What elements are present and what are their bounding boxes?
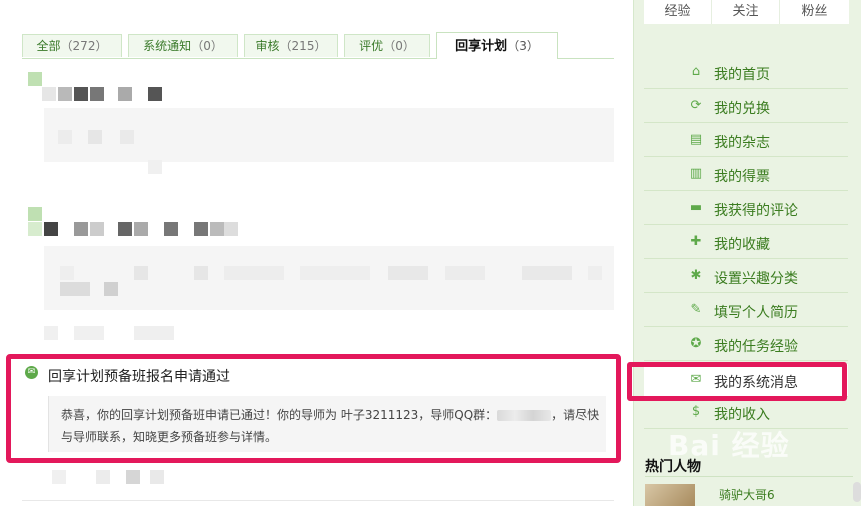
edit-icon: ✎	[690, 302, 702, 317]
sidebar-item-favorites[interactable]: ✚ 我的收藏	[644, 226, 848, 259]
magazine-icon: ▤	[689, 132, 703, 147]
highlight-box-sidebar	[627, 362, 847, 401]
hot-person-link[interactable]: 骑驴大哥6	[719, 486, 775, 503]
tab-share-plan[interactable]: 回享计划（3）	[436, 32, 558, 59]
sidebar-item-label: 设置兴趣分类	[714, 271, 798, 287]
highlight-box-message	[6, 354, 621, 463]
sidebar-item-magazine[interactable]: ▤ 我的杂志	[644, 124, 848, 157]
sidebar-item-label: 我的收藏	[714, 237, 770, 253]
tab-count: （0）	[383, 39, 415, 53]
sidebar-item-label: 填写个人简历	[714, 305, 798, 321]
bar-chart-icon: ▥	[689, 166, 703, 181]
sidebar-item-home[interactable]: ⌂ 我的首页	[644, 56, 848, 89]
sidebar-item-tasks[interactable]: ✪ 我的任务经验	[644, 328, 848, 361]
hot-people-title: 热门人物	[645, 459, 701, 475]
main-content: 全部（272） 系统通知（0） 审核（215） 评优（0） 回享计划（3） ✉ …	[0, 0, 630, 506]
favorite-icon: ✚	[690, 234, 702, 249]
tab-count: （0）	[191, 39, 223, 53]
exchange-icon: ⟳	[690, 98, 702, 113]
sidebar-item-label: 我的兑换	[714, 101, 770, 117]
stat-follow[interactable]: 关注	[712, 0, 780, 24]
stat-fans[interactable]: 粉丝	[780, 0, 849, 24]
sidebar-item-label: 我的首页	[714, 67, 770, 83]
tab-count: （3）	[507, 39, 539, 53]
blurred-footer	[52, 470, 66, 484]
divider	[22, 500, 614, 501]
sidebar-item-label: 我的收入	[714, 407, 770, 423]
divider	[645, 476, 853, 477]
gear-icon: ✱	[690, 268, 702, 283]
sidebar-item-votes[interactable]: ▥ 我的得票	[644, 158, 848, 191]
sidebar-item-label: 我的杂志	[714, 135, 770, 151]
tab-label: 全部	[36, 39, 61, 53]
sidebar-item-exchange[interactable]: ⟳ 我的兑换	[644, 90, 848, 123]
money-icon: $	[691, 404, 701, 419]
blurred-footer	[150, 470, 164, 484]
sidebar-item-label: 我获得的评论	[714, 203, 798, 219]
scrollbar-thumb[interactable]	[853, 482, 861, 502]
blurred-footer	[126, 470, 140, 484]
tab-label: 评优	[359, 39, 384, 53]
tab-excellent[interactable]: 评优（0）	[344, 34, 430, 57]
comment-icon: ▬	[689, 200, 703, 215]
tab-label: 回享计划	[455, 39, 508, 54]
stat-experience[interactable]: 经验	[644, 0, 712, 24]
task-icon: ✪	[690, 336, 702, 351]
sidebar-item-label: 我的得票	[714, 169, 770, 185]
tab-review[interactable]: 审核（215）	[244, 34, 338, 57]
tab-system-notice[interactable]: 系统通知（0）	[128, 34, 238, 57]
sidebar-item-comments[interactable]: ▬ 我获得的评论	[644, 192, 848, 225]
tab-all[interactable]: 全部（272）	[22, 34, 122, 57]
blurred-footer	[96, 470, 110, 484]
tab-count: （215）	[279, 39, 327, 53]
tab-label: 系统通知	[143, 39, 192, 53]
tab-count: （272）	[60, 39, 108, 53]
sidebar-item-label: 我的任务经验	[714, 339, 798, 355]
sidebar-item-interests[interactable]: ✱ 设置兴趣分类	[644, 260, 848, 293]
avatar[interactable]	[645, 484, 695, 506]
user-stats: 经验 关注 粉丝	[644, 0, 849, 24]
tab-bar: 全部（272） 系统通知（0） 审核（215） 评优（0） 回享计划（3）	[22, 32, 614, 59]
sidebar-item-resume[interactable]: ✎ 填写个人简历	[644, 294, 848, 327]
tab-label: 审核	[255, 39, 280, 53]
home-icon: ⌂	[691, 64, 701, 79]
